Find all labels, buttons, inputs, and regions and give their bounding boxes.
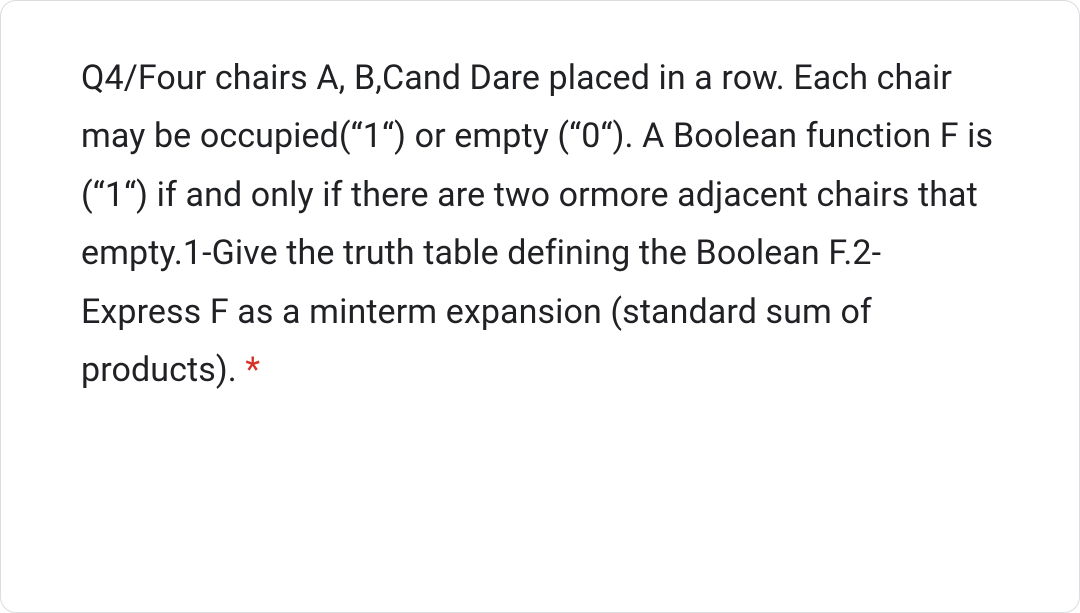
question-body: Q4/Four chairs A, B,Cand Dare placed in … — [81, 58, 993, 390]
required-asterisk: * — [245, 350, 260, 390]
form-question-card: Q4/Four chairs A, B,Cand Dare placed in … — [0, 0, 1080, 613]
question-text-container: Q4/Four chairs A, B,Cand Dare placed in … — [81, 49, 999, 400]
